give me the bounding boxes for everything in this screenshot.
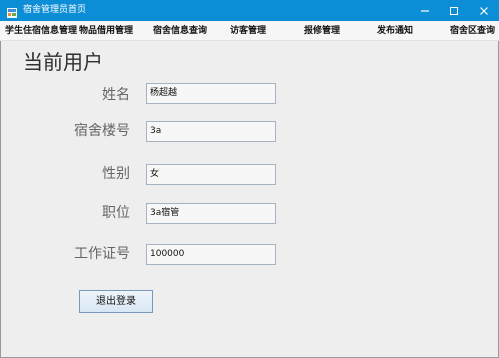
window-title: 宿舍管理员首页 [23, 5, 87, 15]
gender-field[interactable]: 女 [146, 164, 276, 185]
work-id-label: 工作证号 [74, 246, 130, 262]
page-title: 当前用户 [23, 50, 103, 74]
minimize-button[interactable] [409, 0, 440, 21]
dorm-building-label: 宿舍楼号 [74, 123, 130, 139]
position-label: 职位 [102, 205, 130, 221]
maximize-icon [449, 6, 458, 15]
menu-bar: 学生住宿信息管理 物品借用管理 宿舍信息查询 访客管理 报修管理 发布通知 宿舍… [0, 21, 499, 41]
name-label: 姓名 [102, 87, 130, 103]
work-id-field[interactable]: 100000 [146, 244, 276, 265]
menu-publish-notice[interactable]: 发布通知 [377, 24, 413, 38]
logout-button[interactable]: 退出登录 [79, 290, 153, 313]
maximize-button[interactable] [438, 0, 469, 21]
close-icon [479, 6, 488, 15]
minimize-icon [420, 9, 429, 12]
close-button[interactable] [468, 0, 499, 21]
title-bar[interactable]: 宿舍管理员首页 [0, 0, 499, 21]
menu-dorm-info-query[interactable]: 宿舍信息查询 [153, 24, 207, 38]
position-field[interactable]: 3a宿管 [146, 203, 276, 224]
menu-repair-management[interactable]: 报修管理 [304, 24, 340, 38]
main-window: 宿舍管理员首页 学生住宿信息管理 物品借用管理 宿舍信息查询 访客管理 报修管理… [0, 0, 499, 358]
name-field[interactable]: 杨超越 [146, 83, 276, 104]
menu-dorm-area-query[interactable]: 宿舍区查询 [450, 24, 495, 38]
java-app-icon [6, 4, 18, 18]
dorm-building-field[interactable]: 3a [146, 121, 276, 142]
menu-item-borrowing[interactable]: 物品借用管理 [79, 24, 133, 38]
gender-label: 性别 [102, 166, 130, 182]
menu-visitor-management[interactable]: 访客管理 [230, 24, 266, 38]
menu-student-housing[interactable]: 学生住宿信息管理 [5, 24, 77, 38]
